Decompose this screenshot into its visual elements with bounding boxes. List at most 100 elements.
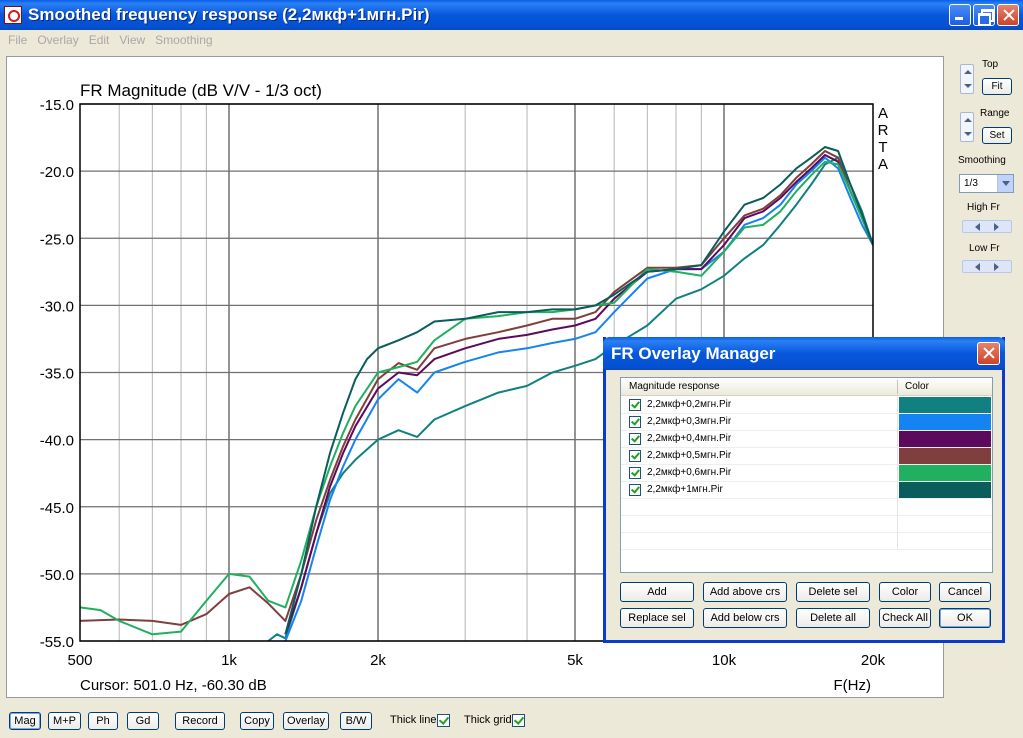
y-tick-label: -25.0 — [40, 231, 74, 248]
x-tick-label: 20k — [861, 652, 886, 669]
arrow-right-icon[interactable] — [994, 263, 999, 271]
arta-watermark-letter: R — [878, 122, 889, 139]
overlay-color-swatch[interactable] — [899, 482, 991, 498]
y-tick-label: -30.0 — [40, 298, 74, 315]
dialog-titlebar: FR Overlay Manager — [603, 337, 1005, 370]
bw-button[interactable]: B/W — [340, 712, 372, 730]
add-below-cursor-button[interactable]: Add below crs — [703, 608, 787, 628]
high-fr-label: High Fr — [967, 202, 1000, 213]
overlay-color-swatch[interactable] — [899, 414, 991, 430]
copy-button[interactable]: Copy — [240, 712, 274, 730]
arta-watermark-letter: T — [878, 139, 887, 156]
dialog-title: FR Overlay Manager — [611, 344, 776, 363]
menu-file[interactable]: File — [3, 30, 32, 50]
ok-button[interactable]: OK — [939, 608, 991, 628]
column-magnitude[interactable]: Magnitude response — [629, 381, 720, 392]
group-delay-button[interactable]: Gd — [127, 712, 159, 730]
overlay-checkbox[interactable] — [629, 399, 641, 411]
list-item[interactable]: 2,2мкф+1мгн.Pir — [621, 482, 992, 499]
menu-smoothing[interactable]: Smoothing — [150, 30, 217, 50]
chart-title: FR Magnitude (dB V/V - 1/3 oct) — [80, 81, 322, 100]
app-icon[interactable] — [4, 6, 22, 24]
window-titlebar: Smoothed frequency response (2,2мкф+1мгн… — [0, 0, 1023, 30]
fit-button[interactable]: Fit — [982, 78, 1012, 95]
list-item[interactable] — [621, 499, 992, 516]
overlay-color-swatch[interactable] — [899, 465, 991, 481]
overlay-checkbox[interactable] — [629, 433, 641, 445]
range-spinner[interactable] — [960, 112, 974, 142]
top-spinner[interactable] — [960, 64, 974, 94]
thick-grid-checkbox[interactable] — [512, 714, 525, 727]
close-icon[interactable] — [977, 342, 1000, 365]
overlay-name: 2,2мкф+1мгн.Pir — [647, 484, 723, 495]
list-item[interactable]: 2,2мкф+0,6мгн.Pir — [621, 465, 992, 482]
smoothing-select[interactable]: 1/3 — [959, 174, 1014, 193]
overlay-name: 2,2мкф+0,2мгн.Pir — [647, 399, 732, 410]
record-button[interactable]: Record — [175, 712, 225, 730]
set-button[interactable]: Set — [982, 127, 1012, 144]
y-tick-label: -50.0 — [40, 567, 74, 584]
x-axis-label: F(Hz) — [834, 677, 872, 694]
mag-phase-button[interactable]: M+P — [48, 712, 81, 730]
arrow-left-icon[interactable] — [975, 263, 980, 271]
top-label: Top — [982, 59, 999, 70]
high-fr-arrows[interactable] — [962, 220, 1012, 233]
menubar: File Overlay Edit View Smoothing — [0, 30, 1023, 50]
y-tick-label: -40.0 — [40, 433, 74, 450]
minimize-icon[interactable] — [949, 4, 971, 26]
add-above-cursor-button[interactable]: Add above crs — [703, 582, 787, 602]
delete-selected-button[interactable]: Delete sel — [796, 582, 870, 602]
overlay-button[interactable]: Overlay — [283, 712, 329, 730]
overlay-checkbox[interactable] — [629, 416, 641, 428]
x-tick-label: 500 — [67, 652, 92, 669]
arta-watermark-letter: A — [878, 105, 888, 122]
list-item[interactable] — [621, 516, 992, 533]
overlay-name: 2,2мкф+0,6мгн.Pir — [647, 467, 732, 478]
arrow-right-icon[interactable] — [994, 223, 999, 231]
restore-icon[interactable] — [973, 4, 995, 26]
y-tick-label: -20.0 — [40, 164, 74, 181]
overlay-list[interactable]: Magnitude response Color 2,2мкф+0,2мгн.P… — [620, 377, 993, 573]
list-item[interactable]: 2,2мкф+0,3мгн.Pir — [621, 414, 992, 431]
smoothing-value: 1/3 — [964, 178, 978, 189]
column-color[interactable]: Color — [905, 381, 929, 392]
chevron-down-icon[interactable] — [997, 175, 1013, 192]
arrow-left-icon[interactable] — [975, 223, 980, 231]
add-button[interactable]: Add — [620, 582, 694, 602]
y-tick-label: -55.0 — [40, 634, 74, 651]
menu-edit[interactable]: Edit — [84, 30, 115, 50]
close-icon[interactable] — [997, 4, 1019, 26]
low-fr-label: Low Fr — [969, 243, 1000, 254]
list-item[interactable]: 2,2мкф+0,2мгн.Pir — [621, 397, 992, 414]
y-tick-label: -15.0 — [40, 97, 74, 114]
overlay-checkbox[interactable] — [629, 450, 641, 462]
thick-line-checkbox[interactable] — [437, 714, 450, 727]
cursor-readout: Cursor: 501.0 Hz, -60.30 dB — [80, 677, 267, 694]
y-tick-label: -35.0 — [40, 366, 74, 383]
replace-selected-button[interactable]: Replace sel — [620, 608, 694, 628]
cancel-button[interactable]: Cancel — [939, 582, 991, 602]
phase-button[interactable]: Ph — [88, 712, 118, 730]
overlay-color-swatch[interactable] — [899, 448, 991, 464]
delete-all-button[interactable]: Delete all — [796, 608, 870, 628]
overlay-name: 2,2мкф+0,3мгн.Pir — [647, 416, 732, 427]
menu-view[interactable]: View — [114, 30, 150, 50]
overlay-checkbox[interactable] — [629, 467, 641, 479]
low-fr-arrows[interactable] — [962, 260, 1012, 273]
check-all-button[interactable]: Check All — [879, 608, 931, 628]
list-item[interactable]: 2,2мкф+0,4мгн.Pir — [621, 431, 992, 448]
list-item[interactable] — [621, 533, 992, 550]
x-tick-label: 1k — [221, 652, 237, 669]
mag-button[interactable]: Mag — [9, 712, 41, 730]
overlay-name: 2,2мкф+0,5мгн.Pir — [647, 450, 732, 461]
overlay-checkbox[interactable] — [629, 484, 641, 496]
overlay-manager-dialog: FR Overlay Manager Magnitude response Co… — [603, 337, 1005, 643]
list-item[interactable]: 2,2мкф+0,5мгн.Pir — [621, 448, 992, 465]
overlay-color-swatch[interactable] — [899, 431, 991, 447]
range-label: Range — [980, 108, 1010, 119]
overlay-color-swatch[interactable] — [899, 397, 991, 413]
thick-line-label: Thick line — [390, 714, 437, 726]
menu-overlay[interactable]: Overlay — [32, 30, 83, 50]
color-button[interactable]: Color — [879, 582, 931, 602]
window-title: Smoothed frequency response (2,2мкф+1мгн… — [28, 5, 430, 24]
